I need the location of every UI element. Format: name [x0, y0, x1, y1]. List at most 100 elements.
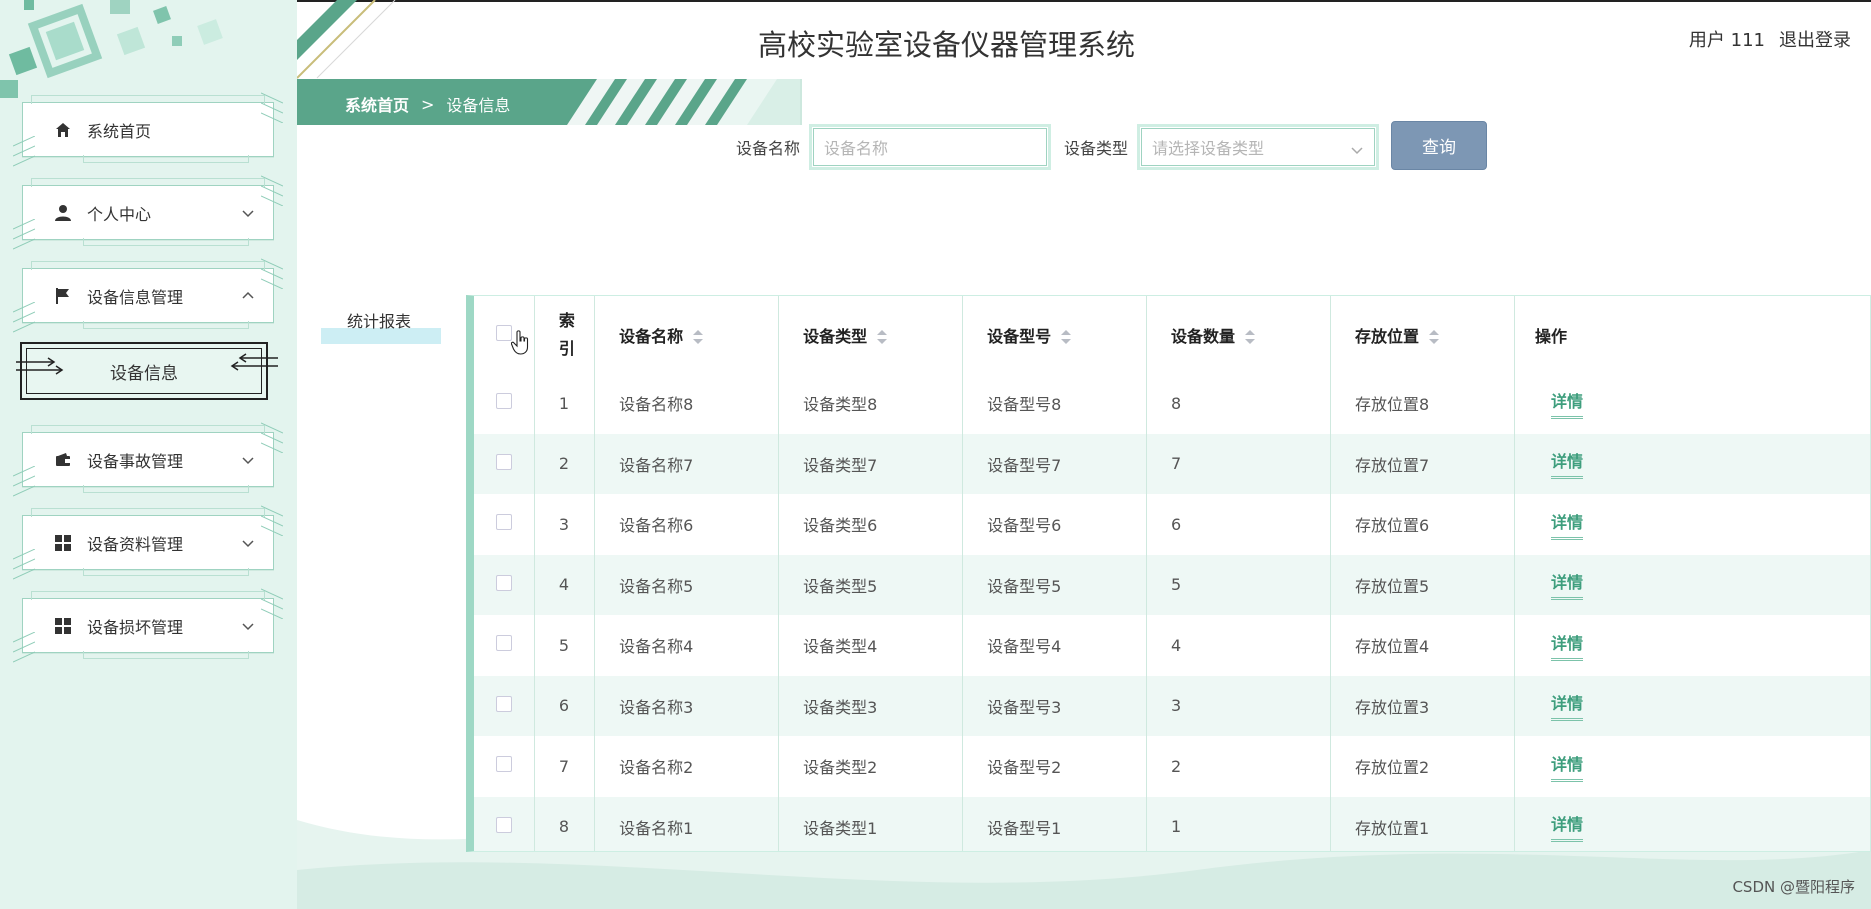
header-qty[interactable]: 设备数量 — [1146, 296, 1331, 373]
sort-icon[interactable] — [693, 330, 704, 344]
cell-location: 存放位置8 — [1330, 373, 1515, 434]
row-select[interactable] — [474, 736, 535, 797]
top-border — [297, 0, 1871, 2]
cell-model: 设备型号1 — [962, 796, 1148, 851]
cell-action: 详情 — [1514, 736, 1870, 797]
detail-link[interactable]: 详情 — [1550, 448, 1583, 480]
cell-action: 详情 — [1514, 796, 1870, 851]
sidebar-item-accident-management[interactable]: 设备事故管理 — [13, 422, 283, 497]
header-type[interactable]: 设备类型 — [778, 296, 964, 373]
grid-icon — [53, 616, 73, 636]
sort-icon[interactable] — [877, 330, 888, 344]
row-select[interactable] — [474, 675, 535, 736]
header-location[interactable]: 存放位置 — [1330, 296, 1515, 373]
breadcrumb-home-link[interactable]: 系统首页 — [345, 92, 409, 116]
breadcrumb-text: 系统首页 > 设备信息 — [345, 92, 510, 116]
cell-type: 设备类型3 — [778, 675, 964, 736]
row-checkbox[interactable] — [496, 635, 512, 652]
search-name-label: 设备名称 — [736, 139, 801, 158]
detail-link[interactable]: 详情 — [1550, 630, 1583, 661]
sidebar-item-home[interactable]: 系统首页 — [13, 92, 283, 167]
sidebar-item-personal-center[interactable]: 个人中心 — [13, 175, 283, 250]
breadcrumb: 系统首页 > 设备信息 — [297, 79, 802, 125]
row-checkbox[interactable] — [496, 393, 512, 410]
chevron-down-icon — [241, 206, 255, 220]
sidebar-item-damage-management[interactable]: 设备损坏管理 — [13, 588, 283, 663]
sort-icon[interactable] — [1061, 330, 1072, 344]
cell-action: 详情 — [1514, 675, 1870, 736]
table-row: 2 设备名称7 设备类型7 设备型号7 7 存放位置7 详情 — [474, 433, 1870, 494]
sort-icon[interactable] — [1429, 330, 1440, 344]
sidebar-subitem-equipment-info[interactable]: 设备信息 — [16, 342, 278, 400]
hatch-decoration — [261, 588, 283, 619]
sidebar-item-label: 设备资料管理 — [87, 534, 184, 554]
equipment-name-input[interactable]: 设备名称 — [809, 124, 1051, 170]
cell-index: 6 — [534, 675, 596, 736]
cell-type: 设备类型2 — [778, 736, 964, 797]
cell-model: 设备型号7 — [962, 433, 1148, 494]
detail-link[interactable]: 详情 — [1550, 388, 1583, 419]
sidebar-decoration — [0, 0, 223, 98]
sidebar-item-equipment-info-management[interactable]: 设备信息管理 — [13, 258, 283, 333]
row-select[interactable] — [474, 554, 535, 615]
grid-icon — [53, 533, 73, 553]
row-checkbox[interactable] — [496, 756, 512, 773]
row-select[interactable] — [474, 615, 535, 676]
header-type-label: 设备类型 — [803, 326, 868, 346]
cell-name: 设备名称8 — [594, 373, 780, 434]
detail-link[interactable]: 详情 — [1550, 690, 1583, 722]
tab-stats-report[interactable]: 统计报表 — [321, 308, 441, 344]
flag-icon — [53, 286, 73, 306]
cell-qty: 7 — [1146, 433, 1331, 494]
row-select[interactable] — [474, 373, 535, 434]
cell-action: 详情 — [1514, 615, 1870, 676]
header-name[interactable]: 设备名称 — [594, 296, 780, 373]
row-select[interactable] — [474, 796, 535, 851]
row-checkbox[interactable] — [496, 574, 512, 591]
hatch-decoration — [13, 136, 35, 167]
header-model-label: 设备型号 — [987, 326, 1052, 346]
page-title: 高校实验室设备仪器管理系统 — [758, 28, 1136, 62]
detail-link[interactable]: 详情 — [1550, 751, 1583, 782]
select-all-checkbox[interactable] — [496, 324, 512, 341]
table-row: 6 设备名称3 设备类型3 设备型号3 3 存放位置3 详情 — [474, 675, 1870, 736]
search-button[interactable]: 查询 — [1391, 121, 1487, 170]
logout-link[interactable]: 退出登录 — [1779, 26, 1851, 52]
arrow-left-icon — [230, 353, 278, 371]
row-checkbox[interactable] — [496, 514, 512, 531]
header-location-label: 存放位置 — [1355, 326, 1420, 346]
row-select[interactable] — [474, 494, 535, 555]
hatch-decoration — [13, 466, 35, 497]
hatch-decoration — [261, 175, 283, 206]
sidebar-item-document-management[interactable]: 设备资料管理 — [13, 505, 283, 580]
header-model[interactable]: 设备型号 — [962, 296, 1148, 373]
cell-location: 存放位置6 — [1330, 494, 1515, 555]
cell-action: 详情 — [1514, 554, 1870, 615]
cell-action: 详情 — [1514, 494, 1870, 555]
row-checkbox[interactable] — [496, 453, 512, 470]
equipment-table: 索引 设备名称 设备类型 设备型号 设备数量 存放位置 操作 1 设备名称8 设… — [466, 295, 1871, 852]
search-type-label: 设备类型 — [1064, 139, 1129, 158]
hatch-decoration — [13, 632, 35, 663]
user-area: 用户 111 退出登录 — [1689, 26, 1851, 52]
sidebar-item-label: 个人中心 — [87, 204, 152, 224]
chevron-down-icon — [1351, 147, 1363, 155]
row-checkbox[interactable] — [496, 816, 512, 833]
sort-icon[interactable] — [1245, 330, 1256, 344]
row-checkbox[interactable] — [496, 695, 512, 712]
equipment-type-select[interactable]: 请选择设备类型 — [1137, 124, 1379, 170]
hatch-decoration — [13, 549, 35, 580]
chevron-up-icon — [241, 289, 255, 303]
cell-type: 设备类型4 — [778, 615, 964, 676]
cell-location: 存放位置3 — [1330, 675, 1515, 736]
table-row: 8 设备名称1 设备类型1 设备型号1 1 存放位置1 详情 — [474, 796, 1870, 851]
cell-qty: 6 — [1146, 494, 1331, 555]
cell-model: 设备型号8 — [962, 373, 1148, 434]
hand-cursor-icon — [511, 330, 529, 355]
detail-link[interactable]: 详情 — [1550, 569, 1583, 601]
cell-action: 详情 — [1514, 433, 1870, 494]
detail-link[interactable]: 详情 — [1550, 811, 1583, 843]
row-select[interactable] — [474, 433, 535, 494]
sidebar-subitem-label: 设备信息 — [110, 363, 178, 384]
detail-link[interactable]: 详情 — [1550, 509, 1583, 540]
